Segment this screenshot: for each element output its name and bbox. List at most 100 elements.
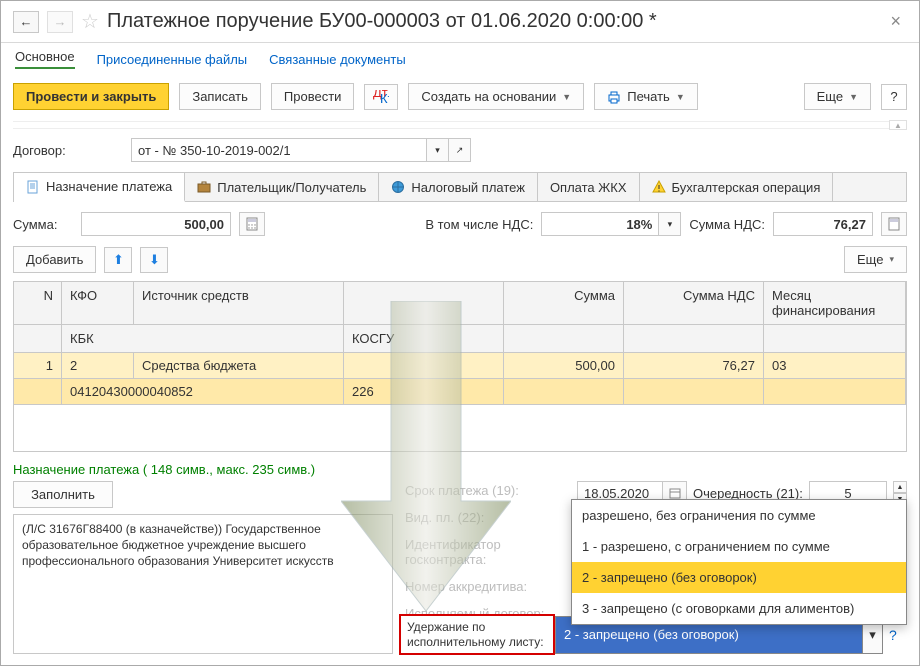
tab-tax[interactable]: Налоговый платеж bbox=[379, 173, 538, 201]
withholding-value: 2 - запрещено (без оговорок) bbox=[564, 627, 739, 642]
contract-row: Договор: от - № 350-10-2019-002/1 ▾ ↗ bbox=[1, 134, 919, 166]
cell-nds: 76,27 bbox=[624, 353, 764, 379]
contract-label: Договор: bbox=[13, 143, 123, 158]
table-more-label: Еще bbox=[857, 252, 883, 267]
move-down-button[interactable]: ⬇ bbox=[140, 247, 168, 273]
label-accred: Номер аккредитива: bbox=[405, 579, 565, 594]
create-on-basis-label: Создать на основании bbox=[421, 89, 556, 104]
col-kbk: КБК bbox=[62, 325, 344, 353]
nds-rate-dropdown[interactable]: ▾ bbox=[659, 212, 681, 236]
col-nds: Сумма НДС bbox=[624, 282, 764, 325]
table-blank-area bbox=[14, 405, 906, 451]
link-related[interactable]: Связанные документы bbox=[269, 52, 406, 67]
tab-accounting-label: Бухгалтерская операция bbox=[672, 180, 821, 195]
tab-payer[interactable]: Плательщик/Получатель bbox=[185, 173, 379, 201]
calculator-icon bbox=[246, 217, 258, 231]
tab-purpose[interactable]: Назначение платежа bbox=[14, 173, 185, 202]
nav-forward-button[interactable]: → bbox=[47, 11, 73, 33]
tab-payer-label: Плательщик/Получатель bbox=[217, 180, 366, 195]
calendar-icon bbox=[669, 487, 681, 499]
fill-button[interactable]: Заполнить bbox=[13, 481, 113, 508]
post-and-close-button[interactable]: Провести и закрыть bbox=[13, 83, 169, 110]
printer-icon bbox=[607, 90, 621, 104]
favorite-star-icon[interactable]: ☆ bbox=[81, 9, 99, 34]
link-files[interactable]: Присоединенные файлы bbox=[97, 52, 248, 67]
table-row[interactable]: 04120430000040852 226 bbox=[14, 379, 906, 405]
nds-sum-label: Сумма НДС: bbox=[689, 217, 765, 232]
purpose-textarea[interactable]: (Л/С 31676Г88400 (в казначействе)) Госуд… bbox=[13, 514, 393, 654]
help-button[interactable]: ? bbox=[881, 84, 907, 110]
contract-open-button[interactable]: ↗ bbox=[449, 138, 471, 162]
dropdown-option[interactable]: разрешено, без ограничения по сумме bbox=[572, 500, 906, 531]
nds-included-label: В том числе НДС: bbox=[425, 217, 533, 232]
withholding-label: Удержание по исполнительному листу: bbox=[399, 614, 555, 655]
withholding-help[interactable]: ? bbox=[889, 627, 907, 643]
add-row-button[interactable]: Добавить bbox=[13, 246, 96, 273]
sum-row: Сумма: 500,00 В том числе НДС: 18% ▾ Сум… bbox=[1, 202, 919, 242]
nds-sum-input[interactable]: 76,27 bbox=[773, 212, 873, 236]
tab-tax-label: Налоговый платеж bbox=[411, 180, 525, 195]
post-button[interactable]: Провести bbox=[271, 83, 355, 110]
cell-n: 1 bbox=[14, 353, 62, 379]
withholding-dropdown: разрешено, без ограничения по сумме 1 - … bbox=[571, 499, 907, 625]
table-row[interactable]: 1 2 Средства бюджета 500,00 76,27 03 bbox=[14, 353, 906, 379]
titlebar: ← → ☆ Платежное поручение БУ00-000003 от… bbox=[1, 1, 919, 43]
sum-label: Сумма: bbox=[13, 217, 73, 232]
cell-month: 03 bbox=[764, 353, 906, 379]
tab-accounting[interactable]: Бухгалтерская операция bbox=[640, 173, 834, 201]
print-button[interactable]: Печать▼ bbox=[594, 83, 698, 110]
col-n: N bbox=[14, 282, 62, 325]
more-button[interactable]: Еще▼ bbox=[804, 83, 871, 110]
tab-purpose-label: Назначение платежа bbox=[46, 179, 172, 194]
cell-sum: 500,00 bbox=[504, 353, 624, 379]
cell-blank bbox=[344, 353, 504, 379]
sum-calculator-button[interactable] bbox=[239, 212, 265, 236]
table-more-button[interactable]: Еще▾ bbox=[844, 246, 907, 273]
contract-dropdown-button[interactable]: ▾ bbox=[427, 138, 449, 162]
purpose-heading: Назначение платежа ( 148 симв., макс. 23… bbox=[1, 452, 919, 481]
tab-zhkh[interactable]: Оплата ЖКХ bbox=[538, 173, 640, 201]
table-subheader: КБК КОСГУ bbox=[14, 325, 906, 353]
close-button[interactable]: × bbox=[884, 11, 907, 32]
more-label: Еще bbox=[817, 89, 843, 104]
link-main[interactable]: Основное bbox=[15, 49, 75, 69]
scroll-indicator: ▲ bbox=[1, 120, 919, 134]
scroll-up-icon[interactable]: ▲ bbox=[889, 120, 907, 130]
col-empty bbox=[344, 282, 504, 325]
contract-input[interactable]: от - № 350-10-2019-002/1 bbox=[131, 138, 427, 162]
dtkt-icon: ДтКт bbox=[373, 90, 389, 104]
create-on-basis-button[interactable]: Создать на основании▼ bbox=[408, 83, 584, 110]
label-ident: Идентификатор госконтракта: bbox=[405, 537, 565, 567]
main-toolbar: Провести и закрыть Записать Провести ДтК… bbox=[1, 79, 919, 120]
dropdown-option[interactable]: 1 - разрешено, с ограничением по сумме bbox=[572, 531, 906, 562]
cell-kfo: 2 bbox=[62, 353, 134, 379]
dtkt-button[interactable]: ДтКт bbox=[364, 84, 398, 110]
label-vid: Вид. пл. (22): bbox=[405, 510, 565, 525]
briefcase-icon bbox=[197, 180, 211, 194]
cell-kosgu: 226 bbox=[344, 379, 504, 405]
sum-input[interactable]: 500,00 bbox=[81, 212, 231, 236]
col-month: Месяц финансирования bbox=[764, 282, 906, 325]
nds-calculator-button[interactable] bbox=[881, 212, 907, 236]
table-toolbar: Добавить ⬆ ⬇ Еще▾ bbox=[1, 242, 919, 277]
col-src: Источник средств bbox=[134, 282, 344, 325]
tab-zhkh-label: Оплата ЖКХ bbox=[550, 180, 627, 195]
window: ← → ☆ Платежное поручение БУ00-000003 от… bbox=[0, 0, 920, 666]
nav-back-button[interactable]: ← bbox=[13, 11, 39, 33]
cell-src: Средства бюджета bbox=[134, 353, 344, 379]
window-title: Платежное поручение БУ00-000003 от 01.06… bbox=[107, 10, 877, 33]
col-kfo: КФО bbox=[62, 282, 134, 325]
col-kosgu: КОСГУ bbox=[344, 325, 504, 353]
dropdown-option[interactable]: 3 - запрещено (с оговорками для алименто… bbox=[572, 593, 906, 624]
calculator-icon bbox=[888, 217, 900, 231]
warning-icon bbox=[652, 180, 666, 194]
col-sum: Сумма bbox=[504, 282, 624, 325]
move-up-button[interactable]: ⬆ bbox=[104, 247, 132, 273]
svg-text:Кт: Кт bbox=[380, 91, 389, 104]
print-label: Печать bbox=[627, 89, 670, 104]
nds-rate-input[interactable]: 18% bbox=[541, 212, 659, 236]
tabs: Назначение платежа Плательщик/Получатель… bbox=[13, 172, 907, 202]
dropdown-option[interactable]: 2 - запрещено (без оговорок) bbox=[572, 562, 906, 593]
funding-table: N КФО Источник средств Сумма Сумма НДС М… bbox=[13, 281, 907, 452]
save-button[interactable]: Записать bbox=[179, 83, 261, 110]
